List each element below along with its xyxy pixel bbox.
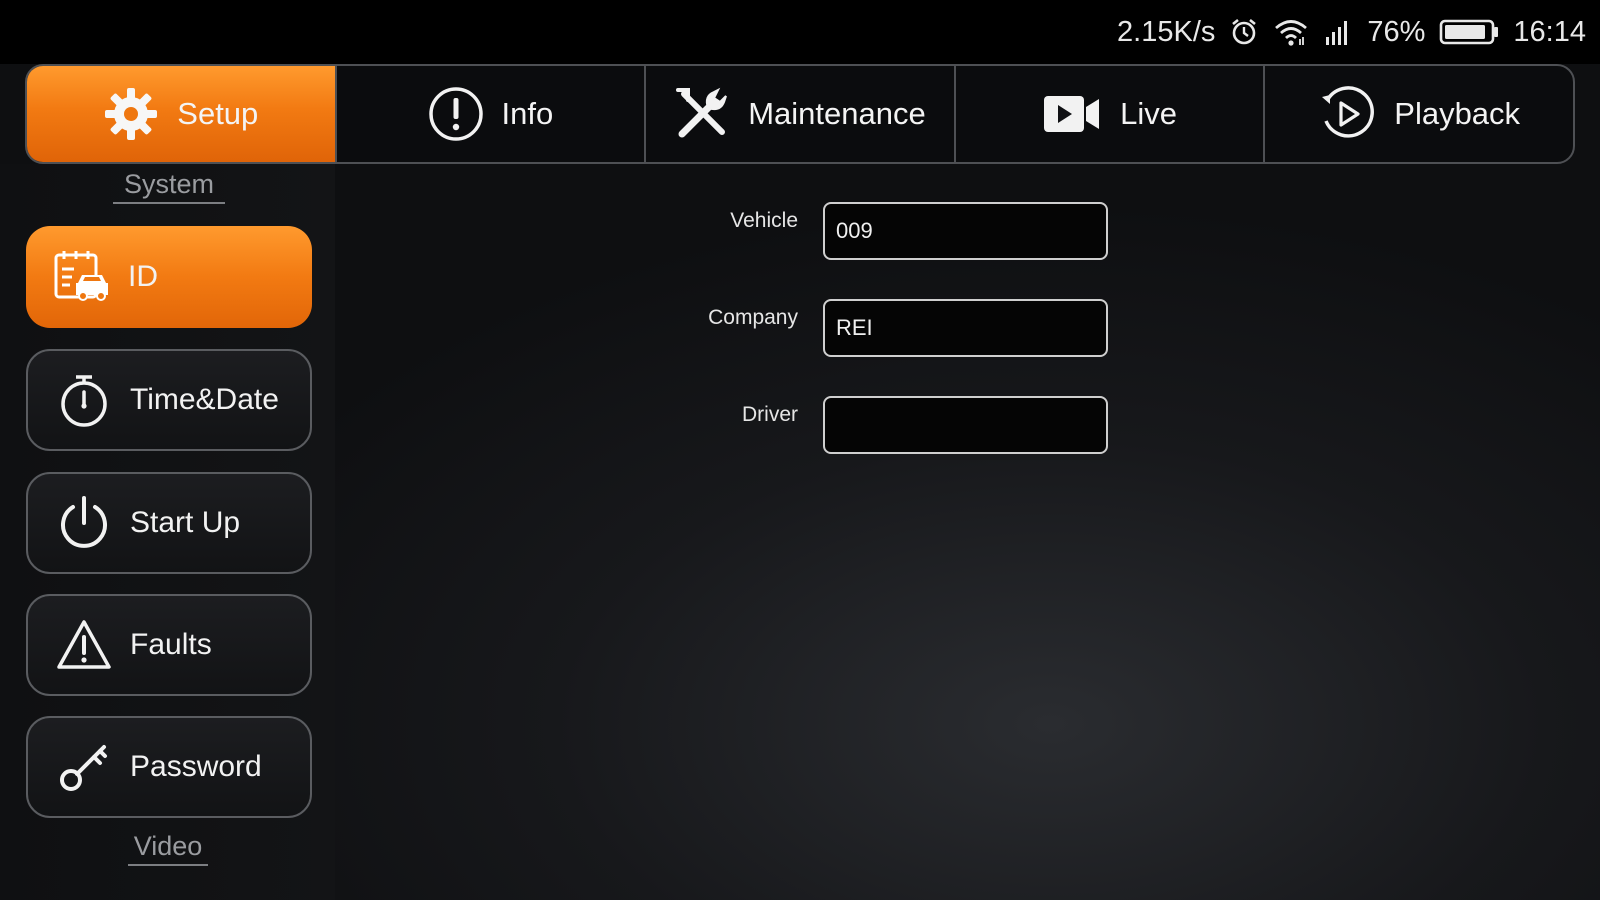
section-label-system: System [113, 169, 225, 204]
tools-icon [674, 86, 730, 142]
sidebar-item-label: Password [130, 750, 262, 783]
net-speed: 2.15K/s [1117, 15, 1216, 48]
tab-playback-label: Playback [1394, 96, 1521, 131]
signal-icon [1323, 17, 1353, 47]
driver-field[interactable] [823, 396, 1108, 454]
sidebar-item-label: Start Up [130, 506, 241, 539]
playback-icon [1318, 85, 1376, 143]
app-root: 2.15K/s 76% 16:14 Setup Info Maintenance… [0, 0, 1600, 900]
battery-icon [1439, 18, 1499, 46]
tab-maintenance-label: Maintenance [748, 96, 926, 131]
info-icon [428, 86, 484, 142]
sidebar-item-label: Faults [130, 628, 212, 661]
app-area: Setup Info Maintenance Live Playback Sys… [0, 64, 1600, 900]
sidebar-item-faults[interactable]: Faults [26, 594, 312, 696]
id-card-icon [52, 247, 112, 307]
tab-maintenance[interactable]: Maintenance [644, 66, 954, 162]
tab-live-label: Live [1120, 96, 1178, 131]
status-bar: 2.15K/s 76% 16:14 [0, 0, 1600, 64]
wifi-icon [1273, 17, 1309, 47]
tab-setup[interactable]: Setup [27, 66, 335, 162]
stopwatch-icon [54, 370, 114, 430]
key-icon [54, 737, 114, 797]
sidebar-item-label: Time&Date [130, 383, 279, 416]
alarm-icon [1229, 17, 1259, 47]
battery-percent: 76% [1367, 15, 1426, 48]
sidebar-item-password[interactable]: Password [26, 716, 312, 818]
video-camera-icon [1042, 90, 1102, 138]
sidebar-item-start-up[interactable]: Start Up [26, 472, 312, 574]
section-label-video[interactable]: Video [128, 831, 208, 866]
sidebar-item-time-date[interactable]: Time&Date [26, 349, 312, 451]
power-icon [54, 493, 114, 553]
gear-icon [103, 86, 159, 142]
sidebar-item-label: ID [128, 260, 158, 293]
tab-live[interactable]: Live [953, 66, 1264, 162]
tab-info[interactable]: Info [334, 66, 645, 162]
company-label: Company [708, 306, 798, 329]
clock-time: 16:14 [1513, 15, 1586, 48]
driver-label: Driver [742, 403, 798, 426]
tab-playback[interactable]: Playback [1263, 66, 1573, 162]
sidebar-item-id[interactable]: ID [26, 226, 312, 328]
company-field[interactable] [823, 299, 1108, 357]
top-tab-bar: Setup Info Maintenance Live Playback [25, 64, 1575, 164]
tab-setup-label: Setup [177, 96, 259, 131]
vehicle-field[interactable] [823, 202, 1108, 260]
vehicle-label: Vehicle [730, 209, 798, 232]
tab-info-label: Info [501, 96, 554, 131]
warning-icon [54, 615, 114, 675]
